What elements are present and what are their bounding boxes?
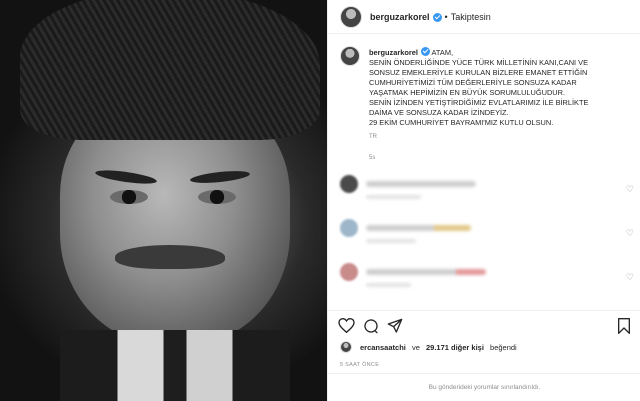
- separator-dot: •: [444, 11, 448, 22]
- comment-avatar[interactable]: [340, 175, 358, 193]
- caption-text: berguzarkorel ATAM, SENİN ÖNDERLİĞİNDE Y…: [369, 46, 619, 142]
- caption-verified-icon: [420, 47, 430, 56]
- comments-disabled-notice: Bu gönderideki yorumlar sınırlandırıldı.: [328, 373, 640, 401]
- post-photo[interactable]: [0, 0, 327, 401]
- caption-line: YAŞATMAK HEPİMİZİN EN BÜYÜK SORUMLULUĞUD…: [369, 88, 566, 97]
- comment-bubble-icon[interactable]: [363, 318, 379, 334]
- caption-line: DAİMA VE SONSUZA KADAR İZİNDEYİZ.: [369, 108, 509, 117]
- comment-meta-blurred: [366, 283, 411, 287]
- caption-line: CUMHURİYETİMİZİ TÜM DEĞERLERİYLE SONSUZA…: [369, 78, 577, 87]
- caption-line: 29 EKİM CUMHURİYET BAYRAMI'MIZ KUTLU OLS…: [369, 118, 554, 127]
- liker-avatar[interactable]: [340, 341, 352, 353]
- author-avatar[interactable]: [340, 5, 362, 28]
- comment-like-heart-icon[interactable]: ♡: [626, 184, 634, 195]
- comment-meta-blurred: [366, 239, 416, 243]
- caption-time: 5s: [369, 155, 376, 161]
- caption-line: SENİN İZİNDEN YETİŞTİRDİĞİMİZ EVLATLARIM…: [369, 98, 589, 107]
- comment-text-blurred: [366, 181, 476, 187]
- comment-avatar[interactable]: [340, 219, 358, 237]
- caption-first-line: ATAM,: [431, 48, 454, 57]
- save-bookmark-icon[interactable]: [617, 317, 631, 334]
- photo-hat: [20, 0, 320, 140]
- author-username[interactable]: berguzarkorel: [370, 12, 430, 22]
- comment-text-blurred: [366, 225, 471, 231]
- likes-connector: ve: [411, 342, 420, 352]
- caption-username[interactable]: berguzarkorel: [369, 48, 418, 57]
- photo-left-eye: [110, 190, 148, 204]
- post-timestamp: 5 SAAT ÖNCE: [340, 362, 380, 368]
- comment-row: ♡: [328, 263, 640, 307]
- post-caption: berguzarkorel ATAM, SENİN ÖNDERLİĞİNDE Y…: [328, 34, 640, 142]
- follow-status-button[interactable]: Takiptesin: [451, 12, 491, 22]
- photo-right-eye: [198, 190, 236, 204]
- comment-text-blurred: [366, 269, 486, 275]
- likes-suffix: beğendi: [490, 342, 517, 352]
- comment-like-heart-icon[interactable]: ♡: [626, 228, 634, 239]
- caption-line: SONSUZ EMEKLERİYLE KURULAN BİZLERE EMANE…: [369, 68, 588, 77]
- share-paper-plane-icon[interactable]: [387, 318, 403, 334]
- likes-count[interactable]: 29.171 diğer kişi: [426, 343, 484, 352]
- liker-username[interactable]: ercansaatchi: [360, 343, 406, 352]
- comment-row: ♡: [328, 175, 640, 219]
- like-heart-icon[interactable]: [338, 318, 355, 333]
- caption-line: SENİN ÖNDERLİĞİNDE YÜCE TÜRK MİLLETİNİN …: [369, 58, 589, 67]
- post-actions-bar: [328, 310, 640, 340]
- photo-mustache: [115, 245, 225, 269]
- post-side-panel: berguzarkorel • Takiptesin berguzarkorel…: [327, 0, 640, 401]
- photo-collar: [60, 330, 290, 401]
- comment-like-heart-icon[interactable]: ♡: [626, 272, 634, 283]
- caption-hashtag[interactable]: TR: [369, 132, 619, 142]
- verified-badge-icon: [432, 13, 442, 22]
- caption-lines: SENİN ÖNDERLİĞİNDE YÜCE TÜRK MİLLETİNİN …: [369, 58, 619, 128]
- caption-avatar[interactable]: [340, 46, 360, 66]
- comment-row: ♡: [328, 219, 640, 263]
- post-header: berguzarkorel • Takiptesin: [328, 0, 640, 34]
- comment-avatar[interactable]: [340, 263, 358, 281]
- likes-summary: ercansaatchi ve 29.171 diğer kişi beğend…: [340, 341, 517, 353]
- comment-meta-blurred: [366, 195, 421, 199]
